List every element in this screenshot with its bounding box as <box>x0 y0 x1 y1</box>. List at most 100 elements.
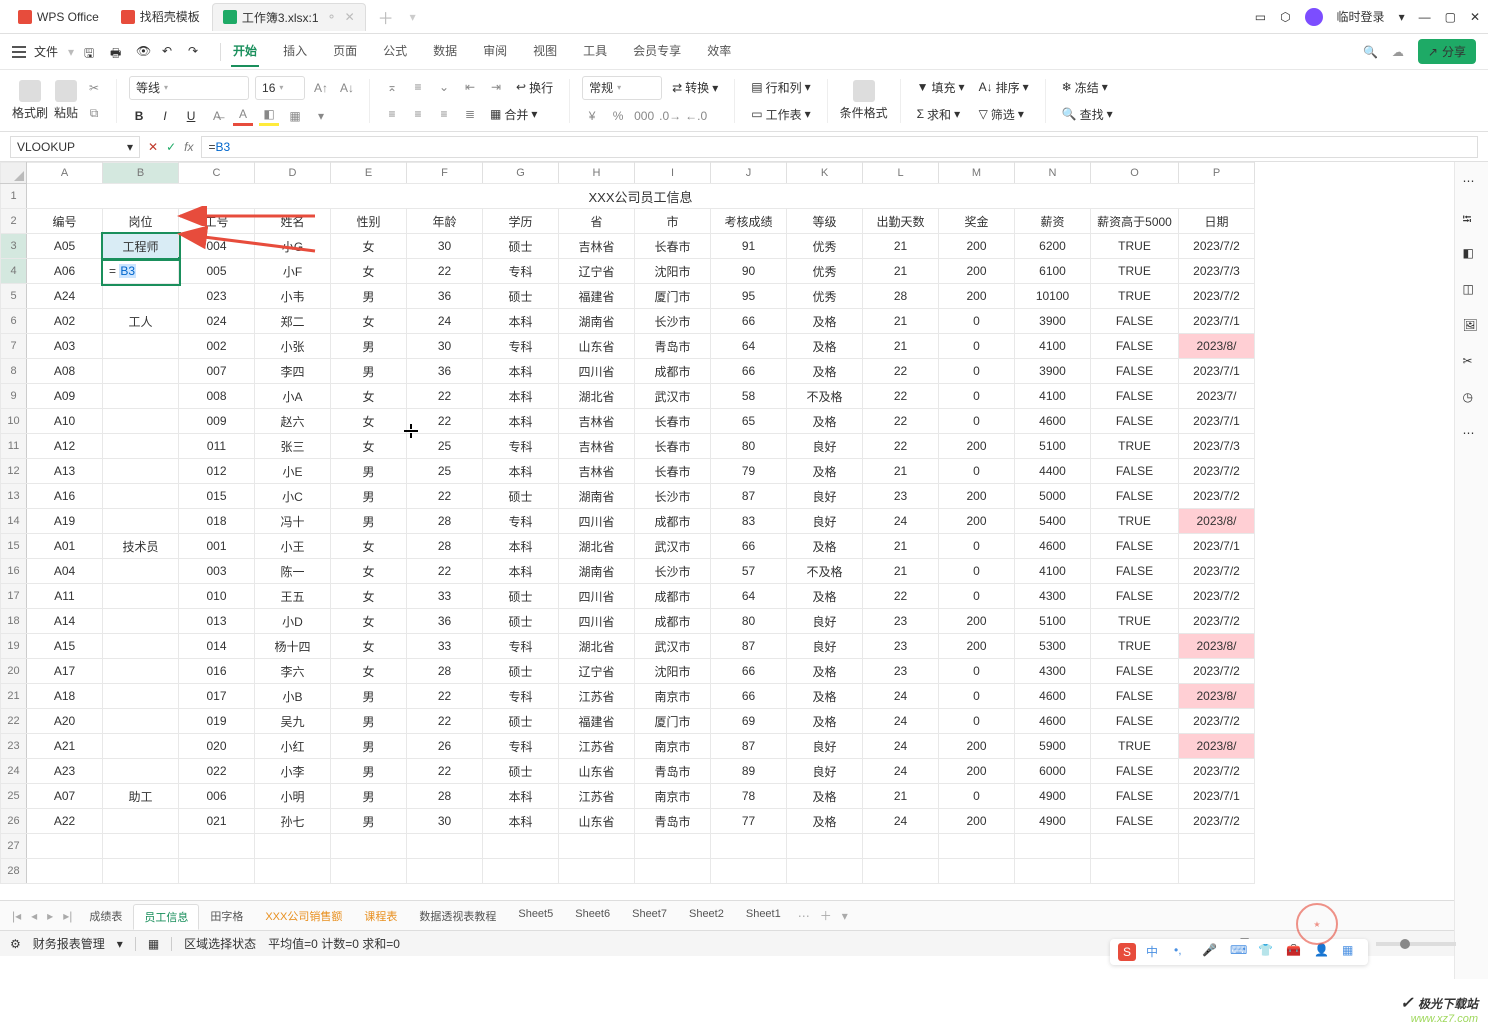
cell[interactable]: 女 <box>331 584 407 609</box>
cell[interactable]: 本科 <box>483 309 559 334</box>
cell[interactable]: 专科 <box>483 734 559 759</box>
col-header-J[interactable]: J <box>711 163 787 184</box>
row-header-27[interactable]: 27 <box>1 834 27 859</box>
cell[interactable]: 小李 <box>255 759 331 784</box>
cell[interactable] <box>939 834 1015 859</box>
cell[interactable]: 南京市 <box>635 684 711 709</box>
cell[interactable] <box>483 834 559 859</box>
cell[interactable]: 小A <box>255 384 331 409</box>
cell[interactable]: 硕士 <box>483 584 559 609</box>
layers-icon[interactable]: ◧ <box>1463 246 1481 264</box>
cell[interactable]: 5100 <box>1015 609 1091 634</box>
cell[interactable]: 3900 <box>1015 359 1091 384</box>
chart-icon[interactable]: ◫ <box>1463 282 1481 300</box>
col-header-D[interactable]: D <box>255 163 331 184</box>
cell[interactable] <box>103 584 179 609</box>
cell[interactable]: 本科 <box>483 784 559 809</box>
cell[interactable]: 优秀 <box>787 234 863 259</box>
dec-dec-icon[interactable]: ←.0 <box>686 106 706 126</box>
cell[interactable]: 专科 <box>483 509 559 534</box>
file-menu[interactable]: 文件 <box>34 43 58 60</box>
cell[interactable]: 4300 <box>1015 584 1091 609</box>
cell[interactable]: 4100 <box>1015 334 1091 359</box>
cell[interactable]: 2023/7/ <box>1179 384 1255 409</box>
cell[interactable]: 200 <box>939 634 1015 659</box>
cell[interactable]: A07 <box>27 784 103 809</box>
cell[interactable]: 26 <box>407 734 483 759</box>
cell[interactable]: 四川省 <box>559 609 635 634</box>
cell[interactable]: 36 <box>407 284 483 309</box>
cell[interactable]: A21 <box>27 734 103 759</box>
cell[interactable]: A17 <box>27 659 103 684</box>
sheet-tab[interactable]: Sheet5 <box>507 903 564 929</box>
align-mid-icon[interactable]: ≡ <box>408 77 428 97</box>
percent-icon[interactable]: % <box>608 106 628 126</box>
cell[interactable]: 女 <box>331 384 407 409</box>
cell[interactable]: 011 <box>179 434 255 459</box>
cell[interactable]: 65 <box>711 409 787 434</box>
dec-font-icon[interactable]: A↓ <box>337 78 357 98</box>
cell[interactable]: 女 <box>331 559 407 584</box>
cell[interactable]: FALSE <box>1091 459 1179 484</box>
share-button[interactable]: ↗ 分享 <box>1418 39 1476 64</box>
cell[interactable]: 2023/7/1 <box>1179 784 1255 809</box>
cell[interactable] <box>711 834 787 859</box>
align-bot-icon[interactable]: ⌄ <box>434 77 454 97</box>
cell[interactable]: 005 <box>179 259 255 284</box>
cell[interactable] <box>1179 834 1255 859</box>
cell[interactable] <box>635 834 711 859</box>
cube-icon[interactable]: ⬡ <box>1280 10 1290 24</box>
cell[interactable] <box>103 834 179 859</box>
cell[interactable]: 87 <box>711 634 787 659</box>
find-button[interactable]: 🔍查找▾ <box>1058 104 1117 125</box>
cancel-formula-icon[interactable]: ✕ <box>148 140 158 154</box>
cell[interactable]: 男 <box>331 484 407 509</box>
spreadsheet-grid[interactable]: ABCDEFGHIJKLMNOP1XXX公司员工信息2编号岗位工号姓名性别年龄学… <box>0 162 1255 900</box>
cell[interactable]: 0 <box>939 384 1015 409</box>
cell[interactable]: 64 <box>711 584 787 609</box>
cell[interactable]: 良好 <box>787 434 863 459</box>
cell[interactable] <box>255 859 331 884</box>
cell[interactable]: 本科 <box>483 409 559 434</box>
cell[interactable]: 良好 <box>787 509 863 534</box>
cell[interactable]: 28 <box>407 509 483 534</box>
cell[interactable]: 湖北省 <box>559 384 635 409</box>
cell[interactable] <box>407 834 483 859</box>
cell[interactable]: 24 <box>863 734 939 759</box>
cell[interactable]: 5900 <box>1015 734 1091 759</box>
cell[interactable] <box>103 659 179 684</box>
fill-color-icon[interactable]: ◧ <box>259 106 279 126</box>
cell[interactable]: 硕士 <box>483 284 559 309</box>
cell[interactable]: 专科 <box>483 634 559 659</box>
cell[interactable] <box>1179 859 1255 884</box>
cell[interactable]: 36 <box>407 609 483 634</box>
cell[interactable]: 007 <box>179 359 255 384</box>
cell[interactable]: 吉林省 <box>559 234 635 259</box>
dots-icon[interactable]: ⋯ <box>1463 426 1481 444</box>
cell[interactable]: 小韦 <box>255 284 331 309</box>
cell[interactable]: 28 <box>407 659 483 684</box>
header-cell[interactable]: 出勤天数 <box>863 209 939 234</box>
cell[interactable]: FALSE <box>1091 384 1179 409</box>
header-cell[interactable]: 日期 <box>1179 209 1255 234</box>
cell[interactable]: 不及格 <box>787 384 863 409</box>
cell[interactable]: 江苏省 <box>559 684 635 709</box>
cell[interactable]: 30 <box>407 334 483 359</box>
save-icon[interactable]: 🖫 <box>84 44 100 60</box>
cell[interactable]: 24 <box>863 509 939 534</box>
cell[interactable]: 200 <box>939 484 1015 509</box>
header-cell[interactable]: 省 <box>559 209 635 234</box>
row-header-3[interactable]: 3 <box>1 234 27 259</box>
clock-icon[interactable]: ◷ <box>1463 390 1481 408</box>
cell[interactable]: 厦门市 <box>635 709 711 734</box>
cell[interactable]: 83 <box>711 509 787 534</box>
new-tab-button[interactable]: ＋ <box>368 3 404 31</box>
col-header-I[interactable]: I <box>635 163 711 184</box>
col-header-M[interactable]: M <box>939 163 1015 184</box>
sheet-tab[interactable]: 成绩表 <box>78 903 133 929</box>
worksheet-button[interactable]: ▭工作表▾ <box>747 104 814 125</box>
cell[interactable]: 90 <box>711 259 787 284</box>
cell[interactable]: 优秀 <box>787 259 863 284</box>
sheet-tab[interactable]: 员工信息 <box>133 904 199 930</box>
cell[interactable]: A12 <box>27 434 103 459</box>
